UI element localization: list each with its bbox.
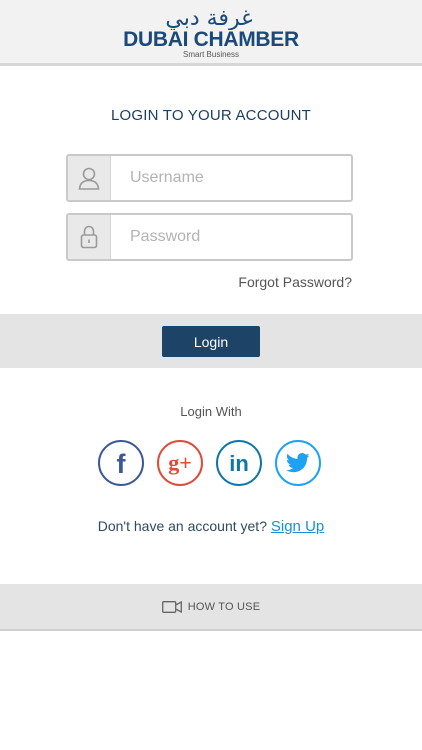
how-to-use-button[interactable]: HOW TO USE: [0, 584, 422, 631]
signup-prompt: Don't have an account yet?: [97, 518, 267, 534]
video-camera-icon: [161, 600, 182, 613]
svg-text:غرفة دبي: غرفة دبي: [165, 6, 252, 30]
username-input[interactable]: [130, 156, 350, 200]
user-icon: [78, 167, 100, 190]
login-button[interactable]: Login: [162, 326, 260, 357]
twitter-login-button[interactable]: [275, 440, 321, 486]
username-field[interactable]: [66, 154, 353, 202]
logo-tagline: Smart Business: [182, 50, 240, 59]
page-title: LOGIN TO YOUR ACCOUNT: [110, 107, 312, 124]
twitter-icon: [286, 453, 310, 473]
logo-arabic-wordmark: غرفة دبي: [165, 6, 252, 30]
svg-text:f: f: [117, 450, 127, 476]
svg-text:g+: g+: [168, 450, 192, 475]
linkedin-login-button[interactable]: in: [216, 440, 262, 486]
forgot-password-link[interactable]: Forgot Password?: [238, 274, 352, 290]
password-input[interactable]: [130, 215, 350, 259]
lock-icon: [80, 225, 98, 249]
svg-text:in: in: [229, 451, 249, 476]
signup-link[interactable]: Sign Up: [271, 518, 324, 535]
signup-row: Don't have an account yet? Sign Up: [0, 518, 422, 535]
login-with-label: Login With: [180, 404, 242, 419]
dubai-chamber-logo: غرفة دبي DUBAI CHAMBER Smart Business: [120, 4, 302, 60]
password-field[interactable]: [66, 213, 353, 261]
facebook-icon: f: [117, 450, 127, 476]
app-header: غرفة دبي DUBAI CHAMBER Smart Business: [0, 0, 422, 66]
linkedin-icon: in: [229, 451, 249, 476]
facebook-login-button[interactable]: f: [98, 440, 144, 486]
lock-icon-box: [68, 215, 111, 259]
logo-wordmark: DUBAI CHAMBER: [123, 28, 299, 51]
login-button-bar: Login: [0, 314, 422, 368]
how-to-use-label: HOW TO USE: [187, 600, 261, 613]
user-icon-box: [68, 156, 111, 200]
google-plus-login-button[interactable]: g+: [157, 440, 203, 486]
google-plus-icon: g+: [168, 450, 192, 475]
